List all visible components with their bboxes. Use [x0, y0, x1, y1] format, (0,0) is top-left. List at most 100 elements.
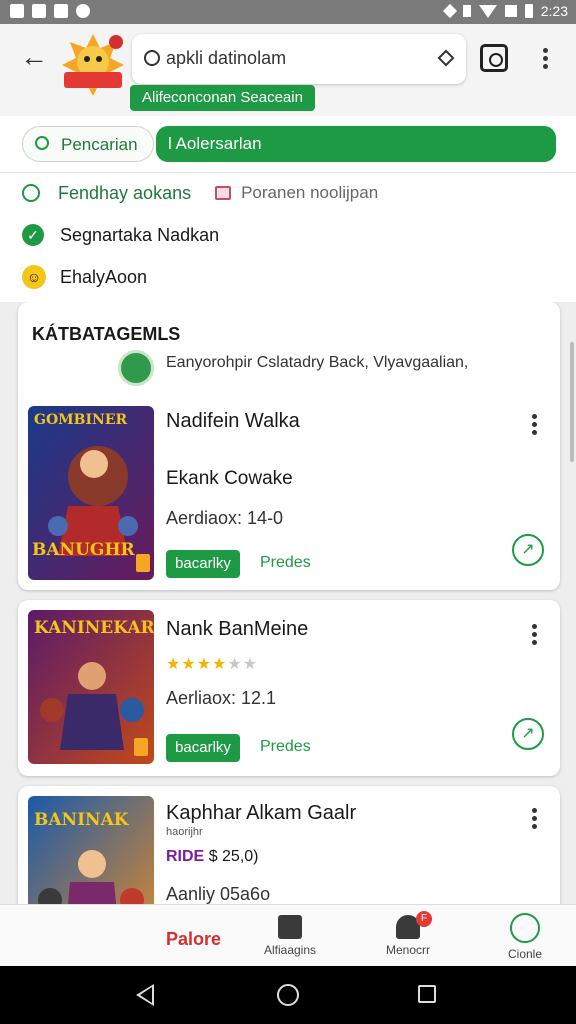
- location-pin-icon[interactable]: [437, 49, 455, 67]
- system-back-button[interactable]: [136, 984, 154, 1006]
- game-cover-top-text: GOMBINER: [34, 412, 128, 428]
- game-cover-text: KANINEKAR: [34, 618, 154, 638]
- game-thumbnail[interactable]: GOMBINER BANUGHR: [28, 406, 154, 580]
- search-tooltip: Alifeconconan Seaceain: [130, 85, 315, 111]
- star-icon: ★: [196, 656, 213, 673]
- search-chip[interactable]: Pencarian: [22, 126, 154, 162]
- brand-label[interactable]: Palore: [166, 929, 221, 950]
- notification-icon: [54, 4, 68, 18]
- game-menu-button[interactable]: [532, 808, 538, 832]
- install-button[interactable]: bacarlky: [166, 550, 240, 578]
- signal-icon: [504, 5, 517, 17]
- rating-stars: ★★★★★★: [166, 654, 258, 674]
- search-input[interactable]: apkli datinolam: [132, 34, 466, 84]
- search-icon: [22, 184, 40, 202]
- game-cover-text: BANINAK: [34, 810, 129, 830]
- category-card: KÁTBATAGEMLS Eanyorohpir Cslatadry Back,…: [18, 302, 560, 590]
- search-chip-label: Pencarian: [61, 135, 138, 154]
- app-bar: ← apkli datinolam Alifeconconan Seaceain: [0, 24, 576, 116]
- developer-avatar: [118, 350, 154, 386]
- suggestion-item[interactable]: ✓ Segnartaka Nadkan: [22, 221, 219, 249]
- system-recents-button[interactable]: [418, 985, 436, 1003]
- game-title[interactable]: Nank BanMeine: [166, 618, 308, 641]
- suggestion-extra-label: Poranen noolijpan: [241, 183, 379, 202]
- price-badge: RIDE: [166, 848, 205, 865]
- game-title[interactable]: Nadifein Walka: [166, 410, 300, 433]
- details-link[interactable]: Predes: [260, 738, 311, 756]
- cast-icon: [442, 3, 457, 19]
- install-button[interactable]: bacarlky: [166, 734, 240, 762]
- game-note: haorijhr: [166, 826, 203, 838]
- game-thumbnail[interactable]: KANINEKAR: [28, 610, 154, 764]
- results-list: KÁTBATAGEMLS Eanyorohpir Cslatadry Back,…: [0, 302, 576, 966]
- star-icon: ★: [166, 656, 182, 673]
- suggestion-label: Segnartaka Nadkan: [60, 224, 220, 245]
- share-button[interactable]: ↗: [512, 534, 544, 566]
- star-icon: ★: [227, 656, 243, 673]
- notification-badge: F: [416, 911, 432, 927]
- notification-icon: [32, 4, 46, 18]
- back-button[interactable]: ←: [18, 42, 50, 74]
- game-version: Aanliy 05a6o: [166, 884, 271, 904]
- details-link[interactable]: Predes: [260, 554, 311, 572]
- filter-chip[interactable]: l Aolersarlan: [156, 126, 556, 162]
- system-icons: 2:23: [442, 3, 568, 19]
- nav-item-label: Menocrr: [385, 943, 430, 957]
- bottom-navigation: Palore Alfiaagins Menocrr F Cionle: [0, 904, 576, 966]
- edit-icon: ↗: [521, 725, 535, 742]
- system-navigation-bar: [0, 966, 576, 1024]
- suggestion-item[interactable]: Fendhay aokans Poranen noolijpan: [22, 179, 378, 207]
- suggestion-extra[interactable]: Poranen noolijpan: [215, 183, 378, 203]
- nav-item-categories[interactable]: Alfiaagins: [250, 905, 330, 967]
- share-button[interactable]: ↗: [512, 718, 544, 750]
- nav-item-label: Cionle: [507, 947, 543, 961]
- image-icon: [215, 186, 232, 200]
- suggestion-label: Fendhay aokans: [58, 182, 192, 203]
- game-version: Aerliaox: 12.1: [166, 688, 277, 708]
- section-title: KÁTBATAGEMLS: [32, 324, 181, 344]
- smiley-icon: ☺: [22, 265, 46, 289]
- game-menu-button[interactable]: [532, 414, 538, 438]
- suggestion-item[interactable]: ☺ EhalyAoon: [22, 263, 147, 291]
- game-menu-button[interactable]: [532, 624, 538, 648]
- nav-item-notifications[interactable]: Menocrr F: [370, 905, 446, 967]
- nav-item-profile[interactable]: Cionle: [490, 905, 560, 967]
- game-card[interactable]: KANINEKAR Nank BanMeine ★★★★★★ Aerliaox:…: [18, 600, 560, 776]
- overflow-menu-button[interactable]: [543, 48, 549, 72]
- suggestion-label: EhalyAoon: [60, 266, 148, 287]
- app-logo: [60, 32, 126, 98]
- search-circle-icon: [510, 913, 540, 943]
- system-home-button[interactable]: [277, 984, 299, 1006]
- star-icon: ★: [212, 656, 228, 673]
- notification-icon: [76, 4, 90, 18]
- filter-row: Pencarian l Aolersarlan: [0, 116, 576, 172]
- price-row: RIDE $ 25,0): [166, 848, 259, 866]
- check-icon: ✓: [22, 224, 44, 246]
- logo-icon: [62, 34, 124, 96]
- game-cover-text: BANUGHR: [32, 540, 135, 560]
- edit-icon: ↗: [521, 541, 535, 558]
- game-version: Aerdiaox: 14-0: [166, 508, 284, 528]
- developer-text: Eanyorohpir Cslatadry Back, Vlyavgaalian…: [166, 354, 469, 371]
- scrollbar[interactable]: [570, 342, 574, 462]
- wifi-icon: [478, 4, 497, 18]
- arrow-left-icon: ←: [20, 41, 48, 72]
- status-bar: 2:23: [0, 0, 576, 24]
- suggestion-list: Fendhay aokans Poranen noolijpan ✓ Segna…: [0, 172, 576, 302]
- search-icon: [35, 136, 49, 150]
- search-query: apkli datinolam: [166, 48, 287, 68]
- game-title[interactable]: Kaphhar Alkam Gaalr: [166, 802, 356, 825]
- vibrate-icon: [462, 5, 471, 17]
- notification-icon: [10, 4, 24, 18]
- battery-icon: [524, 4, 533, 18]
- scan-button[interactable]: [480, 44, 508, 72]
- star-icon: ★: [242, 656, 259, 673]
- gallery-icon: [278, 915, 302, 939]
- price-value: $ 25,0): [208, 848, 259, 865]
- game-developer: Ekank Cowake: [166, 468, 293, 489]
- star-icon: ★: [181, 656, 197, 673]
- search-icon: [144, 50, 160, 66]
- status-time: 2:23: [540, 3, 568, 19]
- nav-item-label: Alfiaagins: [263, 943, 317, 957]
- notification-icons: [10, 4, 90, 18]
